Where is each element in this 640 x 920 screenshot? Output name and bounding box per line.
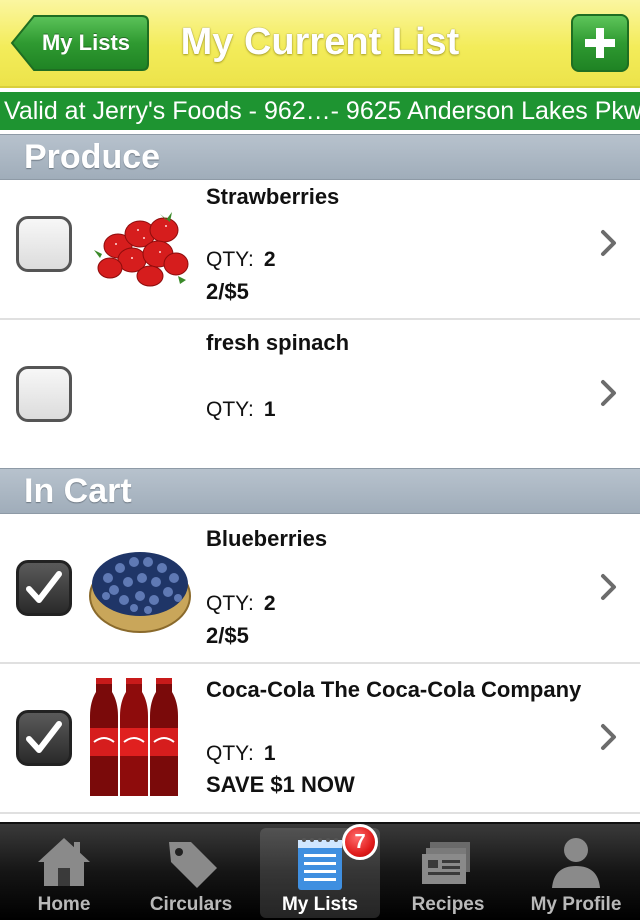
tab-label: My Profile bbox=[530, 894, 622, 915]
item-deal: SAVE $1 NOW bbox=[206, 772, 355, 797]
tab-label: Circulars bbox=[149, 894, 233, 915]
chevron-right-icon bbox=[601, 574, 616, 600]
home-icon bbox=[38, 838, 90, 886]
tab-my-profile[interactable]: My Profile bbox=[516, 828, 636, 918]
tab-circulars[interactable]: Circulars bbox=[131, 828, 251, 918]
tab-my-lists[interactable]: 7 My Lists bbox=[260, 824, 380, 918]
qty-label: QTY: bbox=[206, 248, 254, 271]
list-item-blueberries[interactable]: Blueberries QTY: 2 2/$5 bbox=[0, 514, 640, 664]
item-checkbox-checked[interactable] bbox=[16, 710, 72, 766]
item-qty: QTY: 1 bbox=[206, 398, 276, 422]
qty-label: QTY: bbox=[206, 592, 254, 615]
item-qty: QTY: 2 bbox=[206, 592, 276, 616]
qty-value: 2 bbox=[263, 248, 276, 271]
chevron-right-icon bbox=[601, 230, 616, 256]
item-deal: 2/$5 bbox=[206, 279, 249, 304]
strawberries-image bbox=[94, 212, 189, 287]
item-qty: QTY: 2 bbox=[206, 248, 276, 272]
item-name: Strawberries bbox=[206, 184, 340, 209]
coca-cola-bottles-image bbox=[90, 678, 178, 796]
item-name: Coca-Cola The Coca-Cola Company bbox=[206, 677, 582, 702]
back-button-my-lists[interactable]: My Lists bbox=[10, 14, 150, 72]
qty-value: 1 bbox=[263, 398, 276, 421]
tab-home[interactable]: Home bbox=[4, 828, 124, 918]
section-header-produce: Produce bbox=[0, 134, 640, 180]
page-title: My Current List bbox=[180, 21, 460, 63]
chevron-right-icon bbox=[601, 380, 616, 406]
notification-badge: 7 bbox=[342, 824, 378, 860]
tab-label: Home bbox=[37, 894, 91, 915]
checkmark-icon bbox=[26, 571, 62, 603]
navigation-bar: My Lists My Current List bbox=[0, 0, 640, 88]
list-item-strawberries[interactable]: Strawberries QTY: 2 2/$5 bbox=[0, 180, 640, 320]
item-deal: 2/$5 bbox=[206, 623, 249, 648]
store-banner[interactable]: Valid at Jerry's Foods - 962…- 9625 Ande… bbox=[0, 90, 640, 132]
section-header-in-cart: In Cart bbox=[0, 468, 640, 514]
recipes-icon bbox=[422, 842, 470, 884]
qty-value: 1 bbox=[263, 742, 276, 765]
qty-value: 2 bbox=[263, 592, 276, 615]
tag-icon bbox=[169, 842, 217, 888]
list-item-coca-cola[interactable]: Coca-Cola The Coca-Cola Company QTY: 1 SA… bbox=[0, 664, 640, 814]
checkmark-icon bbox=[26, 721, 62, 753]
item-checkbox[interactable] bbox=[16, 216, 72, 272]
qty-label: QTY: bbox=[206, 398, 254, 421]
tab-bar: Home Circulars 7 My Lists Recipes My Pro… bbox=[0, 822, 640, 920]
item-name: fresh spinach bbox=[206, 330, 350, 355]
plus-icon bbox=[585, 28, 615, 58]
qty-label: QTY: bbox=[206, 742, 254, 765]
add-item-button[interactable] bbox=[571, 14, 629, 72]
tab-label: Recipes bbox=[411, 894, 485, 915]
back-button-label: My Lists bbox=[41, 30, 131, 55]
item-checkbox-checked[interactable] bbox=[16, 560, 72, 616]
tab-recipes[interactable]: Recipes bbox=[388, 828, 508, 918]
chevron-right-icon bbox=[601, 724, 616, 750]
item-qty: QTY: 1 bbox=[206, 742, 276, 766]
profile-icon bbox=[552, 838, 600, 888]
tab-label: My Lists bbox=[281, 894, 359, 915]
notepad-icon bbox=[298, 838, 342, 890]
item-checkbox[interactable] bbox=[16, 366, 72, 422]
blueberries-image bbox=[89, 552, 191, 633]
list-item-fresh-spinach[interactable]: fresh spinach QTY: 1 bbox=[0, 320, 640, 468]
item-name: Blueberries bbox=[206, 526, 328, 551]
